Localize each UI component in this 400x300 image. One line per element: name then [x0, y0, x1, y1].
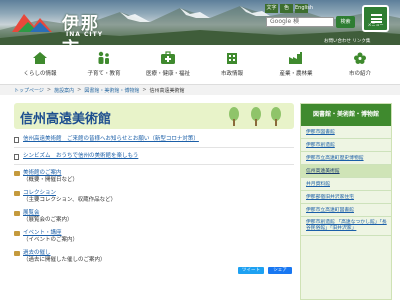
list-item[interactable]: コレクション （主要コレクション、収蔵作品など）	[14, 190, 294, 204]
list-item[interactable]: 美術館のご案内 （概要・開催日など）	[14, 170, 294, 184]
list-item-link[interactable]: 美術館のご案内	[23, 170, 62, 176]
divider	[14, 164, 294, 165]
industry-icon	[289, 52, 302, 64]
logo-subtext: INA CITY	[66, 31, 104, 38]
list-item[interactable]: シンビズム おうちで信州の美術館を楽しもう	[14, 153, 294, 160]
medical-icon	[161, 51, 175, 64]
breadcrumb-home[interactable]: トップページ	[14, 87, 44, 94]
search-input[interactable]: Google 検	[266, 17, 334, 27]
family-icon	[98, 51, 109, 64]
nav-item-city-info[interactable]: 市政情報	[204, 45, 260, 84]
breadcrumb-libraries[interactable]: 図書館・美術館・博物館	[84, 87, 139, 94]
accessibility-buttons: 文字 色 English	[265, 4, 313, 13]
nav-label: 医療・健康・福祉	[145, 71, 190, 77]
folder-icon	[14, 171, 20, 176]
list-item-link[interactable]: イベント・講座	[23, 230, 62, 236]
header-sub-links[interactable]: お問い合わせ リンク集	[324, 38, 370, 44]
list-item-desc: （過去に開催した催しのご案内）	[23, 257, 106, 263]
sidebar-item-takato-museum[interactable]: 伊那市立高遠町歴史博物館	[301, 152, 391, 165]
page-icon	[14, 137, 19, 143]
breadcrumb-separator: >	[142, 87, 147, 93]
trees-icon	[229, 107, 281, 126]
page-icon	[14, 154, 19, 160]
sidebar-item-sozokan[interactable]: 伊那市創造館	[301, 139, 391, 152]
list-item-link[interactable]: コレクション	[23, 190, 56, 196]
language-button[interactable]: English	[295, 4, 313, 13]
nav-label: 市政情報	[220, 71, 243, 77]
nav-label: 子育て・教育	[87, 71, 121, 77]
sidebar-item-ina-library[interactable]: 伊那市図書館	[301, 126, 391, 139]
breadcrumb-facilities[interactable]: 施設案内	[54, 87, 74, 94]
page-title-box: 信州高遠美術館	[14, 103, 294, 129]
sidebar-item-takato-library[interactable]: 伊那市立高遠町図書館	[301, 204, 391, 217]
list-item[interactable]: イベント・講座 （イベントのご案内）	[14, 230, 294, 244]
page-title: 信州高遠美術館	[20, 112, 112, 127]
list-item-link[interactable]: 過去の催し	[23, 250, 51, 256]
nav-item-about[interactable]: 市の紹介	[332, 45, 388, 84]
content-list: 信州高遠美術館 ご来館の皆様へお知らせとお願い（新型コロナ対策） シンビズム お…	[14, 136, 294, 270]
nav-item-education[interactable]: 子育て・教育	[76, 45, 132, 84]
nav-item-industry[interactable]: 産業・農林業	[268, 45, 324, 84]
site-logo[interactable]: 伊那市 INA CITY	[8, 6, 108, 45]
flower-icon	[354, 52, 366, 64]
nav-label: くらしの情報	[23, 71, 57, 77]
folder-icon	[14, 211, 20, 216]
global-nav: くらしの情報 子育て・教育 医療・健康・福祉 市政情報 産業・農林業 市の紹介	[0, 45, 400, 85]
folder-icon	[14, 191, 20, 196]
building-icon	[227, 53, 237, 64]
sidebar: 図書館・美術館・博物館 伊那市図書館 伊那市創造館 伊那市立高遠町歴史博物館 信…	[300, 103, 392, 300]
sidebar-item-takato-art-museum[interactable]: 信州高遠美術館	[301, 165, 391, 178]
breadcrumb-current: 信州高遠美術館	[149, 88, 185, 94]
house-icon	[33, 52, 47, 64]
facebook-share-button[interactable]: シェア	[268, 267, 292, 274]
list-item-desc: （概要・開催日など）	[23, 177, 79, 183]
breadcrumb: トップページ > 施設案内 > 図書館・美術館・博物館 > 信州高遠美術館	[14, 87, 185, 94]
sidebar-item-izawa-house[interactable]: 伊那部宿旧井沢家住宅	[301, 191, 391, 204]
nav-item-medical[interactable]: 医療・健康・福祉	[140, 45, 196, 84]
menu-button[interactable]: メニュー	[362, 5, 389, 32]
search-button[interactable]: 検索	[336, 16, 355, 28]
sidebar-heading: 図書館・美術館・博物館	[301, 104, 391, 126]
list-item-link[interactable]: シンビズム おうちで信州の美術館を楽しもう	[23, 153, 138, 159]
list-item-desc: （主要コレクション、収蔵作品など）	[23, 197, 117, 203]
folder-icon	[14, 251, 20, 256]
breadcrumb-separator: >	[77, 87, 82, 93]
font-size-button[interactable]: 文字	[265, 4, 278, 13]
list-item-link[interactable]: 展覧会	[23, 210, 40, 216]
list-item[interactable]: 展覧会 （展覧会のご案内）	[14, 210, 294, 224]
sidebar-item-sozokan-annex[interactable]: 伊那市創造館 「高遠なつかし館」「長谷民俗館」「旧井沢家」	[301, 217, 391, 236]
menu-label: メニュー	[367, 22, 384, 27]
sidebar-item-seigetsu[interactable]: 井月資料館	[301, 178, 391, 191]
folder-icon	[14, 231, 20, 236]
logo-text: 伊那市	[62, 14, 100, 45]
color-button[interactable]: 色	[280, 4, 293, 13]
twitter-share-button[interactable]: ツイート	[238, 267, 264, 274]
list-item[interactable]: 過去の催し （過去に開催した催しのご案内）	[14, 250, 294, 264]
nav-item-living[interactable]: くらしの情報	[12, 45, 68, 84]
ina-logo-icon	[12, 14, 52, 32]
breadcrumb-separator: >	[46, 87, 52, 93]
list-item-link[interactable]: 信州高遠美術館 ご来館の皆様へお知らせとお願い（新型コロナ対策）	[23, 136, 199, 142]
list-item-desc: （イベントのご案内）	[23, 237, 79, 243]
nav-label: 市の紹介	[348, 71, 371, 77]
site-header: 伊那市 INA CITY 文字 色 English Google 検 検索 メニ…	[0, 0, 400, 45]
list-item-desc: （展覧会のご案内）	[23, 217, 73, 223]
nav-label: 産業・農林業	[279, 71, 313, 77]
list-item[interactable]: 信州高遠美術館 ご来館の皆様へお知らせとお願い（新型コロナ対策）	[14, 136, 294, 143]
divider	[14, 147, 294, 148]
